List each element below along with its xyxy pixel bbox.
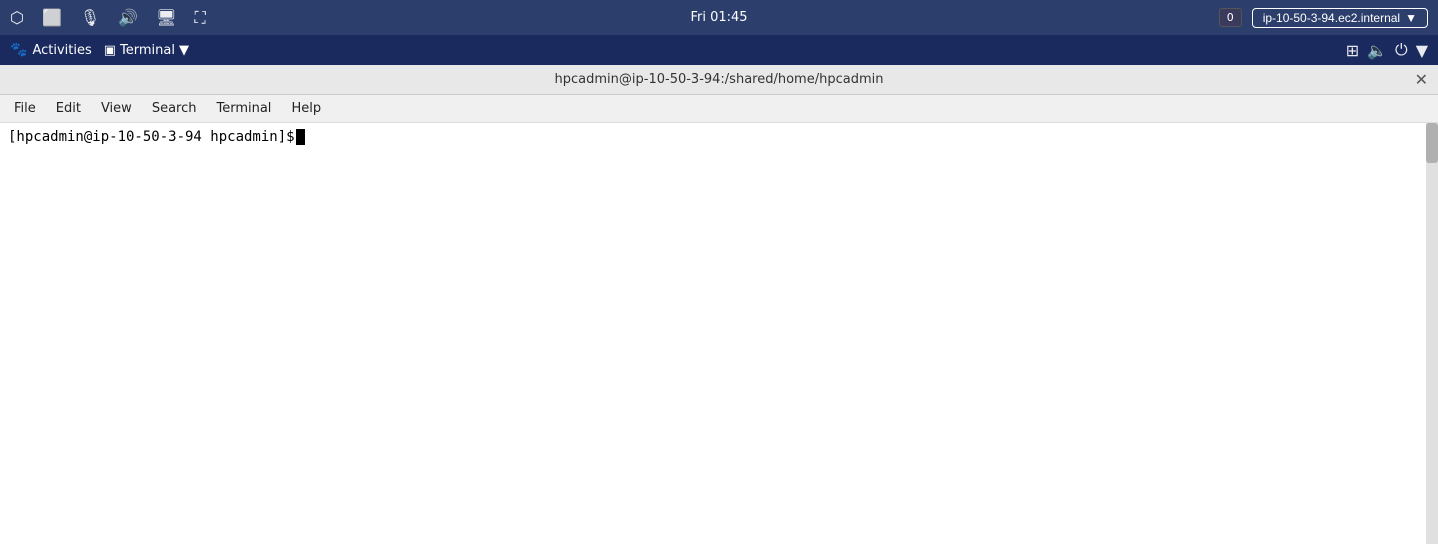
menu-file[interactable]: File	[6, 99, 44, 118]
workspace-icon[interactable]: ⬡	[10, 8, 24, 27]
activities-label-text: Activities	[32, 43, 91, 58]
menu-edit[interactable]: Edit	[48, 99, 89, 118]
terminal-menu[interactable]: ▣ Terminal ▼	[104, 43, 189, 58]
terminal-label-text: Terminal	[120, 43, 175, 58]
activities-bar: 🐾 Activities ▣ Terminal ▼ ⊞ 🔈 ⏻ ▼	[0, 35, 1438, 65]
terminal-body[interactable]: [hpcadmin@ip-10-50-3-94 hpcadmin]$	[0, 123, 1438, 544]
network-icon[interactable]: ⊞	[1346, 41, 1359, 60]
hostname-label: ip-10-50-3-94.ec2.internal	[1263, 11, 1400, 25]
prompt-text: [hpcadmin@ip-10-50-3-94 hpcadmin]$	[8, 129, 295, 145]
system-bar-left: ⬡ ⬜ 🎙 🔊 🖥 ⛶	[10, 8, 206, 28]
menu-view[interactable]: View	[93, 99, 140, 118]
terminal-prompt-line: [hpcadmin@ip-10-50-3-94 hpcadmin]$	[8, 129, 1430, 145]
terminal-window: hpcadmin@ip-10-50-3-94:/shared/home/hpca…	[0, 65, 1438, 544]
system-time: Fri 01:45	[690, 10, 747, 25]
volume-icon[interactable]: 🔊	[118, 8, 138, 27]
terminal-titlebar: hpcadmin@ip-10-50-3-94:/shared/home/hpca…	[0, 65, 1438, 95]
settings-dropdown-icon[interactable]: ▼	[1416, 41, 1428, 60]
terminal-title: hpcadmin@ip-10-50-3-94:/shared/home/hpca…	[555, 72, 884, 87]
close-button[interactable]: ✕	[1415, 72, 1428, 88]
system-bar-right: 0 ip-10-50-3-94.ec2.internal ▼	[1219, 8, 1428, 28]
cursor	[296, 129, 305, 145]
hostname-dropdown-icon: ▼	[1405, 11, 1417, 25]
fullscreen-icon[interactable]: ⛶	[194, 8, 205, 28]
activities-icon: 🐾	[10, 42, 27, 58]
time-label: Fri 01:45	[690, 10, 747, 25]
scrollbar-thumb[interactable]	[1426, 123, 1438, 163]
activities-button[interactable]: 🐾 Activities	[10, 42, 92, 58]
notification-badge[interactable]: 0	[1219, 8, 1242, 27]
terminal-dropdown-icon: ▼	[179, 43, 189, 58]
menu-help[interactable]: Help	[283, 99, 329, 118]
scrollbar[interactable]	[1426, 123, 1438, 544]
system-bar: ⬡ ⬜ 🎙 🔊 🖥 ⛶ Fri 01:45 0 ip-10-50-3-94.ec…	[0, 0, 1438, 35]
power-icon[interactable]: ⏻	[1395, 40, 1408, 60]
window-icon[interactable]: ⬜	[42, 8, 62, 27]
menu-terminal[interactable]: Terminal	[208, 99, 279, 118]
mic-icon[interactable]: 🎙	[80, 8, 100, 27]
hostname-button[interactable]: ip-10-50-3-94.ec2.internal ▼	[1252, 8, 1428, 28]
terminal-menubar: File Edit View Search Terminal Help	[0, 95, 1438, 123]
activities-bar-right: ⊞ 🔈 ⏻ ▼	[1346, 40, 1428, 60]
display-icon[interactable]: 🖥	[156, 8, 176, 27]
menu-search[interactable]: Search	[144, 99, 205, 118]
terminal-icon: ▣	[104, 43, 116, 58]
sound-icon[interactable]: 🔈	[1367, 41, 1387, 60]
